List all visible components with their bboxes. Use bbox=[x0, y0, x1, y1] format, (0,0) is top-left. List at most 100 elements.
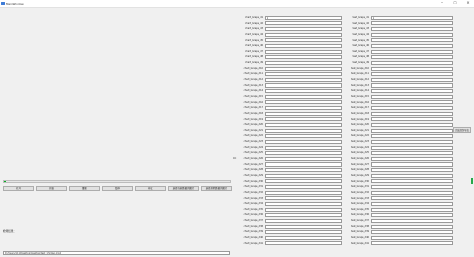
test-value-input[interactable] bbox=[371, 122, 453, 128]
chart-value-input[interactable] bbox=[265, 77, 342, 82]
test-value-input[interactable] bbox=[371, 168, 453, 173]
close-icon[interactable]: × bbox=[462, 0, 474, 7]
chart-value-input[interactable] bbox=[265, 151, 342, 156]
test-value-input[interactable] bbox=[371, 235, 453, 240]
export-button[interactable]: 完成任务导出 bbox=[453, 127, 471, 133]
test-value-input[interactable] bbox=[371, 230, 453, 235]
result-label: 检测结果： bbox=[3, 230, 16, 233]
chart-value-input[interactable] bbox=[265, 72, 342, 77]
chart-value-input[interactable] bbox=[265, 100, 342, 105]
chart-value-input[interactable] bbox=[265, 94, 342, 99]
test-value-input[interactable] bbox=[371, 60, 453, 65]
test-value-input[interactable]: 1 bbox=[371, 15, 453, 20]
chart-value-input[interactable] bbox=[265, 117, 342, 122]
test-value-input[interactable] bbox=[371, 201, 453, 206]
test-value-input[interactable] bbox=[371, 83, 453, 88]
test-row-label: test_Graps_d41 bbox=[351, 241, 369, 245]
chart-value-input[interactable] bbox=[265, 207, 342, 212]
chart-value-input[interactable] bbox=[265, 134, 342, 139]
test-value-input[interactable] bbox=[371, 49, 453, 54]
test-value-input[interactable] bbox=[371, 213, 453, 218]
chart-value-input[interactable] bbox=[265, 89, 342, 94]
test-value-input[interactable] bbox=[371, 89, 453, 94]
chart-value-input[interactable] bbox=[265, 185, 342, 190]
chart-value-input[interactable] bbox=[265, 213, 342, 218]
restart-button[interactable]: 重新 bbox=[69, 186, 100, 191]
test-value-input[interactable] bbox=[371, 185, 453, 190]
start-button[interactable]: 开始 bbox=[36, 186, 67, 191]
chart-value-input[interactable] bbox=[265, 224, 342, 229]
select-current-image-button[interactable]: 选择当前数据的图片 bbox=[168, 186, 199, 191]
chart-value-input[interactable] bbox=[265, 173, 342, 178]
test-value-input[interactable] bbox=[371, 111, 453, 116]
chart-value-input[interactable] bbox=[265, 230, 342, 235]
stop-button[interactable]: 停止 bbox=[135, 186, 166, 191]
select-other-image-button[interactable]: 选择其他数据的图片 bbox=[201, 186, 232, 191]
test-value-input[interactable] bbox=[371, 94, 453, 99]
file-path-field[interactable]: D:/Users/111/Desktop/desktop/test_1/Vide… bbox=[3, 251, 230, 255]
test-value-input[interactable] bbox=[371, 100, 453, 105]
chart-value-input[interactable] bbox=[265, 162, 342, 167]
test-value-input[interactable] bbox=[371, 32, 453, 37]
test-value-input[interactable] bbox=[371, 196, 453, 201]
test-value-input[interactable] bbox=[371, 218, 453, 223]
chart-value-input[interactable] bbox=[265, 21, 342, 26]
chart-value-input[interactable] bbox=[265, 32, 342, 37]
test-value-input[interactable] bbox=[371, 117, 453, 122]
chart-value-input[interactable] bbox=[265, 235, 342, 240]
chart-value-input[interactable] bbox=[265, 60, 342, 65]
chart-value-input[interactable] bbox=[265, 179, 342, 184]
test-value-input[interactable] bbox=[371, 179, 453, 184]
chart-value-input[interactable] bbox=[265, 218, 342, 223]
test-value-input[interactable] bbox=[371, 66, 453, 71]
test-value-input[interactable] bbox=[371, 38, 453, 43]
test-value-input[interactable] bbox=[371, 241, 453, 246]
test-value-input[interactable] bbox=[371, 77, 453, 82]
chart-value-input[interactable] bbox=[265, 241, 342, 246]
minimize-icon[interactable]: – bbox=[436, 0, 448, 7]
test-value-input[interactable] bbox=[371, 55, 453, 60]
test-value-input[interactable] bbox=[371, 224, 453, 229]
control-button-row: 打开 开始 重新 暂停 停止 选择当前数据的图片 选择其他数据的图片 bbox=[3, 186, 232, 191]
test-value-input[interactable] bbox=[371, 173, 453, 178]
test-value-input[interactable] bbox=[371, 162, 453, 167]
test-value-input[interactable] bbox=[371, 151, 453, 156]
progress-fill bbox=[4, 181, 7, 183]
open-button[interactable]: 打开 bbox=[3, 186, 34, 191]
chart-value-input[interactable] bbox=[265, 139, 342, 144]
chart-value-input[interactable] bbox=[265, 83, 342, 88]
chart-value-input[interactable] bbox=[265, 156, 342, 161]
chart-value-input[interactable] bbox=[265, 44, 342, 49]
chart-value-input[interactable] bbox=[265, 190, 342, 195]
test-value-input[interactable] bbox=[371, 106, 453, 111]
chart-value-input[interactable] bbox=[265, 145, 342, 150]
test-row-field bbox=[371, 241, 453, 247]
test-value-input[interactable] bbox=[371, 139, 453, 144]
chart-value-input[interactable] bbox=[265, 106, 342, 111]
chart-value-input[interactable] bbox=[265, 122, 342, 128]
chart-value-input[interactable] bbox=[265, 111, 342, 116]
test-value-input[interactable] bbox=[371, 72, 453, 77]
chart-value-input[interactable] bbox=[265, 55, 342, 60]
maximize-icon[interactable]: ☐ bbox=[449, 0, 461, 7]
chart-value-input[interactable]: 1 bbox=[265, 15, 342, 20]
test-value-input[interactable] bbox=[371, 190, 453, 195]
test-field-column: 1 bbox=[371, 15, 453, 246]
chart-value-input[interactable] bbox=[265, 168, 342, 173]
chart-value-input[interactable] bbox=[265, 66, 342, 71]
chart-value-input[interactable] bbox=[265, 201, 342, 206]
test-value-input[interactable] bbox=[371, 27, 453, 32]
chart-value-input[interactable] bbox=[265, 38, 342, 43]
test-value-input[interactable] bbox=[371, 156, 453, 161]
test-value-input[interactable] bbox=[371, 145, 453, 150]
test-value-input[interactable] bbox=[371, 128, 453, 133]
test-value-input[interactable] bbox=[371, 21, 453, 26]
test-value-input[interactable] bbox=[371, 207, 453, 212]
test-value-input[interactable] bbox=[371, 134, 453, 139]
chart-value-input[interactable] bbox=[265, 27, 342, 32]
chart-value-input[interactable] bbox=[265, 196, 342, 201]
pause-button[interactable]: 暂停 bbox=[102, 186, 133, 191]
chart-value-input[interactable] bbox=[265, 128, 342, 133]
test-value-input[interactable] bbox=[371, 44, 453, 49]
chart-value-input[interactable] bbox=[265, 49, 342, 54]
